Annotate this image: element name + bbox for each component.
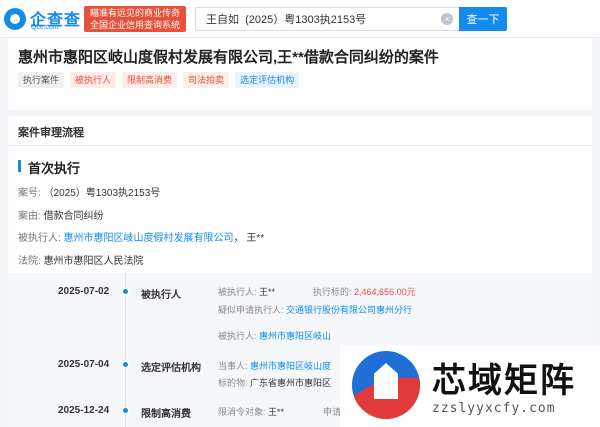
qcc-logo[interactable]: 企查查 Qcc.com [4, 5, 80, 33]
executed-separator: ， [233, 233, 244, 244]
field-label: 标的物: [218, 378, 248, 388]
timeline-dot [122, 288, 129, 295]
tag-execution-case[interactable]: 执行案件 [18, 72, 65, 88]
panel-heading: 案件审理流程 [18, 127, 84, 139]
logo-mark-icon [4, 8, 26, 30]
watermark-overlay: 芯域矩阵 zzslyyxcfy.com [340, 345, 600, 427]
timeline-dot [122, 361, 129, 368]
field-label: 当事人: [218, 361, 248, 371]
timeline-date: 2025-12-24 [58, 405, 110, 416]
timeline-type: 被执行人 [141, 290, 181, 301]
timeline-dot [122, 407, 129, 414]
tag-appraisal-agency[interactable]: 选定评估机构 [235, 72, 300, 88]
case-title: 惠州市惠阳区岐山度假村发展有限公司,王**借款合同纠纷的案件 [18, 49, 439, 66]
timeline-type: 限制高消费 [141, 409, 191, 420]
execution-amount: 2,464,656.00元 [354, 287, 416, 297]
executed-person-value: 王** [246, 233, 265, 244]
field-cause: 案由: 借款合同纠纷 [18, 207, 104, 222]
search-box: × [195, 7, 459, 31]
timeline-field: 被执行人: 惠州市惠阳区岐山 [218, 329, 331, 342]
section-heading: 首次执行 [28, 161, 81, 176]
timeline-line [125, 273, 126, 427]
case-number-value: （2025）粤1303执2153号 [43, 188, 161, 199]
watermark-logo-icon [352, 351, 420, 419]
timeline-field-applicant: 疑似申请执行人: 交通银行股份有限公司惠州分行 [218, 303, 412, 316]
applicant-link[interactable]: 交通银行股份有限公司惠州分行 [286, 305, 412, 315]
logo-domain: Qcc.com [31, 24, 59, 31]
slogan-line-1: 瞄准有远见的商业传奇 [89, 8, 180, 18]
slogan-line-2: 全国企业信用查询系统 [89, 20, 180, 30]
court-label: 法院: [18, 256, 41, 267]
field-label: 执行标的: [313, 287, 352, 297]
executed-party-label: 被执行人: [18, 233, 61, 244]
timeline-field: 当事人: 惠州市惠阳区岐山度 [218, 359, 331, 372]
timeline-field-amount: 执行标的: 2,464,656.00元 [313, 285, 416, 298]
top-bar: 企查查 Qcc.com 瞄准有远见的商业传奇 全国企业信用查询系统 × 查一下 [0, 0, 600, 38]
timeline-type: 选定评估机构 [141, 363, 201, 374]
watermark-domain: zzslyyxcfy.com [432, 401, 556, 416]
cause-value: 借款合同纠纷 [43, 211, 104, 222]
clear-icon[interactable]: × [441, 13, 453, 25]
case-header-card: 惠州市惠阳区岐山度假村发展有限公司,王**借款合同纠纷的案件 执行案件 被执行人… [8, 38, 592, 110]
field-case-number: 案号: （2025）粤1303执2153号 [18, 184, 160, 199]
tag-consumption-restriction[interactable]: 限制高消费 [122, 72, 178, 88]
section-accent-bar [18, 160, 21, 172]
watermark-title: 芯域矩阵 [432, 362, 576, 400]
executed-company-link[interactable]: 惠州市惠阳区岐山 [259, 331, 331, 341]
court-value: 惠州市惠阳区人民法院 [43, 256, 144, 267]
timeline-date: 2025-07-04 [58, 359, 110, 370]
case-tags: 执行案件 被执行人 限制高消费 司法拍卖 选定评估机构 [18, 72, 300, 90]
field-label: 限消令对象: [218, 407, 266, 417]
tag-judicial-auction[interactable]: 司法拍卖 [183, 72, 230, 88]
field-value: 广东省惠州市惠阳区 [250, 378, 332, 388]
field-value: 王** [259, 287, 276, 297]
search-button[interactable]: 查一下 [459, 7, 507, 31]
timeline-field: 标的物: 广东省惠州市惠阳区 [218, 376, 331, 389]
case-number-label: 案号: [18, 188, 41, 199]
timeline-date: 2025-07-02 [58, 286, 110, 297]
cause-label: 案由: [18, 211, 41, 222]
field-label: 被执行人: [218, 287, 257, 297]
field-label: 被执行人: [218, 331, 257, 341]
executed-company-link[interactable]: 惠州市惠阳区岐山度假村发展有限公司 [64, 233, 234, 244]
party-link[interactable]: 惠州市惠阳区岐山度 [250, 361, 331, 371]
field-court: 法院: 惠州市惠阳区人民法院 [18, 252, 144, 267]
search-input[interactable] [196, 8, 436, 30]
field-label: 疑似申请执行人: [218, 305, 284, 315]
tag-executed-person[interactable]: 被执行人 [70, 72, 117, 88]
field-value: 王** [268, 407, 285, 417]
timeline-field: 限消令对象: 王** [218, 405, 284, 418]
field-executed-party: 被执行人: 惠州市惠阳区岐山度假村发展有限公司， 王** [18, 229, 264, 244]
slogan-banner: 瞄准有远见的商业传奇 全国企业信用查询系统 [84, 6, 186, 32]
panel-header: 案件审理流程 [8, 116, 592, 146]
timeline-field: 被执行人: 王** [218, 285, 275, 298]
